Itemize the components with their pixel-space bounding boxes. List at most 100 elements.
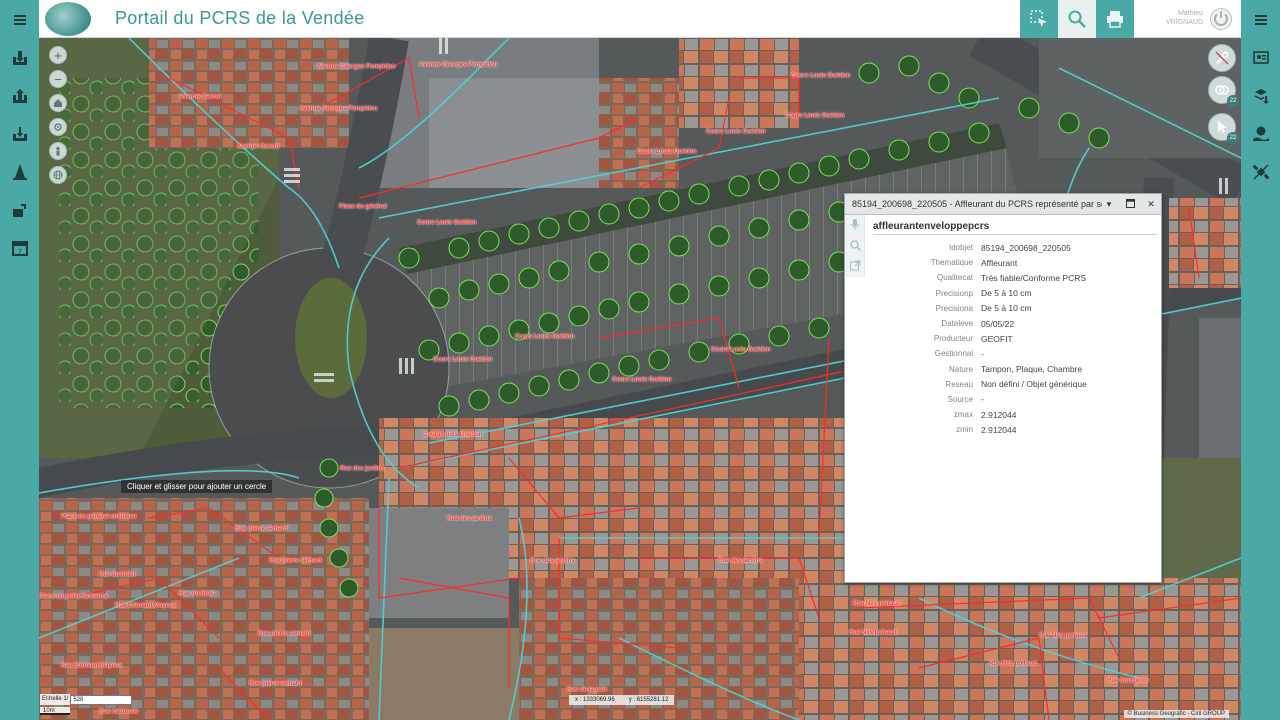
map-label: Avenue Carnot (179, 94, 222, 100)
attribute-key: zmin (956, 425, 973, 435)
attribute-value: De 5 à 10 cm (981, 303, 1032, 314)
attribute-row: Reseau Non défini / Objet générique (873, 377, 1157, 392)
download-layer-icon[interactable] (0, 117, 39, 151)
dashboard-icon[interactable] (1241, 41, 1280, 75)
map-label: Cours Louis Guédon (612, 377, 672, 383)
print-icon[interactable] (1096, 0, 1134, 38)
attribute-row: Idobjet 85194_200698_220505 (873, 240, 1157, 255)
layer-name: affleurantenveloppepcrs (873, 221, 1157, 235)
map-label: Rue du bidet (99, 572, 136, 578)
satellite-off-icon[interactable] (1241, 155, 1280, 189)
close-icon[interactable]: ✕ (1146, 199, 1156, 209)
zoom-out-button[interactable]: − (49, 70, 67, 88)
layers-edit-icon[interactable] (0, 193, 39, 227)
panel-header[interactable]: 85194_200698_220505 - Affleurant du PCRS… (845, 194, 1161, 215)
map-label: Cours Louis Guédon (711, 347, 771, 353)
attribute-value: 2.912044 (981, 409, 1017, 420)
map-label: Cours Louis Guédon (433, 357, 493, 363)
streetview-icon[interactable] (49, 142, 67, 160)
attribute-key: Idobjet (948, 243, 973, 253)
measure-tool-icon[interactable]: 22 (1208, 76, 1239, 107)
attribute-value: - (981, 394, 984, 405)
map-label: Cours Louis Guédon (417, 220, 477, 226)
user-name: Mathieu VRIGNAUD (1151, 9, 1203, 27)
attribute-row: Dateleve 05/05/22 (873, 316, 1157, 331)
import-layer-icon[interactable] (0, 41, 39, 75)
map-label: Rue pierre semard (249, 681, 302, 687)
map-label: Rue bourgeois (1107, 678, 1150, 684)
attribute-key: Reseau (945, 379, 973, 389)
map-label: Cours Louis Guédon (785, 113, 845, 119)
locate-icon[interactable] (49, 118, 67, 136)
map-label: Rue des jardins (447, 516, 492, 522)
map-label: Avenue Carnot (237, 144, 280, 150)
zoom-to-icon[interactable] (845, 235, 865, 255)
globe-hand-icon[interactable] (1241, 117, 1280, 151)
power-icon[interactable] (1209, 7, 1233, 31)
map-label: Rue des jardins (340, 466, 385, 472)
attribute-value: 05/05/22 (981, 318, 1015, 329)
map-label: Rue pierre semard (269, 558, 322, 564)
attribute-key: Gestionnal (934, 349, 973, 359)
attribute-value: - (981, 348, 984, 359)
attribute-row: Source - (873, 392, 1157, 407)
coordinates-readout: x : 1333069.96 y : 6155281.12 (569, 695, 675, 705)
zoom-search-icon[interactable] (1058, 0, 1096, 38)
map-label: Rue Edouard Mayeux (115, 603, 177, 609)
panel-body: affleurantenveloppepcrs Idobjet 85194_200… (873, 221, 1157, 437)
copyright: © Business Geografic - Ciril GROUP (1123, 710, 1229, 718)
scale-input[interactable]: 528 (70, 694, 133, 705)
map-label: Rue Edouard Mayeux (61, 663, 123, 669)
scale-control: Echelle 1/ 528 10m (40, 694, 133, 715)
microphone-icon[interactable] (845, 215, 865, 235)
attribute-key: zmax (953, 410, 973, 420)
attribute-value: GEOFIT (981, 333, 1013, 344)
map-label: Rue pierre semard (258, 631, 311, 637)
attribute-key: Qualitecat (936, 273, 973, 283)
draw-circle-tooltip: Cliquer et glisser pour ajouter un cercl… (121, 480, 273, 493)
calendar-icon[interactable]: 7 (0, 231, 39, 265)
open-external-icon[interactable] (845, 255, 865, 275)
attribute-value: Tampon, Plaque, Chambre (981, 364, 1083, 375)
map-label: Rue Nils poiraud (849, 630, 897, 636)
map-label: Rue Nils poiraud (989, 661, 1037, 667)
user-last-name: VRIGNAUD (1166, 19, 1203, 26)
map-label: Cours Louis Guédon (637, 149, 697, 155)
chevron-down-icon[interactable]: ▾ (1104, 199, 1114, 209)
attribute-value: 2.912044 (981, 424, 1017, 435)
user-first-name: Mathieu (1178, 10, 1203, 17)
maximize-icon[interactable] (1125, 199, 1135, 209)
pointer-select-icon[interactable]: 22 (1208, 113, 1239, 144)
map-label: Place du général (339, 204, 387, 210)
right-toolbar (1241, 0, 1280, 720)
attribute-value: Non défini / Objet générique (981, 379, 1087, 390)
globe-icon[interactable] (49, 166, 67, 184)
measure-count-badge: 22 (1227, 95, 1239, 107)
menu-icon[interactable] (1241, 3, 1280, 37)
export-layer-icon[interactable] (0, 79, 39, 113)
panel-title: 85194_200698_220505 - Affleurant du PCRS… (852, 199, 1102, 209)
attribute-value: De 5 à 10 cm (981, 288, 1032, 299)
menu-icon[interactable] (0, 3, 39, 37)
svg-text:7: 7 (18, 249, 22, 256)
zoom-in-button[interactable]: + (49, 46, 67, 64)
vendee-logo (45, 2, 91, 36)
map-label: Rue pierre semard (235, 526, 288, 532)
attribute-row: Thematique Affleurant (873, 255, 1157, 270)
app-title: Portail du PCRS de la Vendée (115, 8, 365, 28)
select-tool-icon[interactable] (1020, 0, 1058, 38)
layers-download-icon[interactable] (1241, 79, 1280, 113)
tools-off-icon[interactable] (1208, 44, 1236, 72)
cone-icon[interactable] (0, 155, 39, 189)
attribute-row: zmax 2.912044 (873, 407, 1157, 422)
map-label: Avenue Georges Pompidou (299, 106, 378, 112)
map-label: Cours Louis Guédon (791, 73, 851, 79)
home-icon[interactable] (49, 94, 67, 112)
map-label: Place du poilu de france (39, 594, 109, 600)
map-label: Avenue Georges Pompidou (419, 62, 498, 68)
attribute-row: zmin 2.912044 (873, 422, 1157, 437)
attribute-key: Dateleve (941, 319, 973, 329)
attribute-row: Precisiona De 5 à 10 cm (873, 301, 1157, 316)
attribute-row: Gestionnal - (873, 346, 1157, 361)
map-label: Cours Louis Guédon (706, 129, 766, 135)
